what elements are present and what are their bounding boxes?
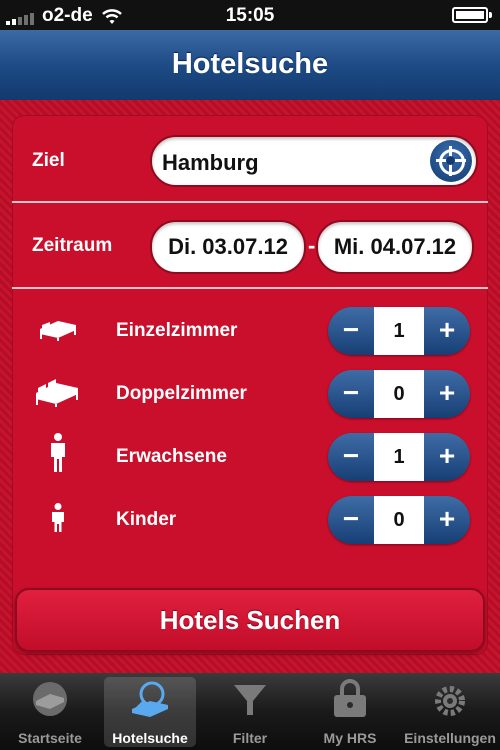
page-title: Hotelsuche <box>171 48 329 80</box>
battery-icon <box>452 7 492 23</box>
increment-button[interactable]: + <box>424 496 470 544</box>
zeitraum-label: Zeitraum <box>32 235 113 256</box>
navigation-bar: Hotelsuche <box>0 30 500 101</box>
date-from-field[interactable]: Di. 03.07.12 <box>150 220 306 274</box>
date-to-field[interactable]: Mi. 04.07.12 <box>316 220 474 274</box>
tab-bar: Startseite Hotelsuche Filter My HRS Eins… <box>0 673 500 750</box>
single-room-stepper: − 1 + <box>328 307 470 355</box>
person-label: Erwachsene <box>116 446 227 467</box>
lock-icon <box>334 679 366 717</box>
double-room-stepper: − 0 + <box>328 370 470 418</box>
increment-button[interactable]: + <box>424 307 470 355</box>
decrement-button[interactable]: − <box>328 433 374 481</box>
single-bed-icon <box>40 321 76 341</box>
tab-label: Hotelsuche <box>112 730 188 746</box>
tab-label: Startseite <box>18 730 82 746</box>
stepper-value: 1 <box>374 433 424 481</box>
adult-icon <box>51 433 65 472</box>
tab-filter[interactable]: Filter <box>200 673 300 750</box>
tab-label: My HRS <box>323 730 377 746</box>
double-bed-icon <box>36 379 78 407</box>
stepper-value: 0 <box>374 496 424 544</box>
search-form-panel: Ziel Hamburg Zeitraum Di. 03.07.12 - Mi.… <box>12 115 488 655</box>
search-hotels-button[interactable]: Hotels Suchen <box>15 588 485 652</box>
divider <box>12 287 488 289</box>
tab-label: Filter <box>232 730 268 746</box>
child-icon <box>52 503 64 532</box>
ziel-label: Ziel <box>32 150 65 171</box>
decrement-button[interactable]: − <box>328 370 374 418</box>
clock: 15:05 <box>225 5 275 26</box>
bed-icon <box>33 682 67 716</box>
tab-my-hrs[interactable]: My HRS <box>300 673 400 750</box>
room-label: Doppelzimmer <box>116 383 247 404</box>
increment-button[interactable]: + <box>424 433 470 481</box>
magnifier-bed-icon <box>132 681 168 717</box>
tab-startseite[interactable]: Startseite <box>0 673 100 750</box>
gear-icon <box>435 686 465 716</box>
tab-hotelsuche[interactable]: Hotelsuche <box>100 673 200 750</box>
locate-me-icon[interactable] <box>430 140 472 182</box>
person-label: Kinder <box>116 509 177 530</box>
room-label: Einzelzimmer <box>116 320 238 341</box>
decrement-button[interactable]: − <box>328 307 374 355</box>
divider <box>12 201 488 203</box>
stepper-value: 0 <box>374 370 424 418</box>
tab-einstellungen[interactable]: Einstellungen <box>400 673 500 750</box>
filter-icon <box>234 685 266 715</box>
children-stepper: − 0 + <box>328 496 470 544</box>
status-bar: o2-de 15:05 <box>0 0 500 30</box>
tab-label: Einstellungen <box>404 730 496 746</box>
destination-field[interactable]: Hamburg <box>150 135 478 187</box>
decrement-button[interactable]: − <box>328 496 374 544</box>
adults-stepper: − 1 + <box>328 433 470 481</box>
increment-button[interactable]: + <box>424 370 470 418</box>
stepper-value: 1 <box>374 307 424 355</box>
destination-value: Hamburg <box>162 150 259 175</box>
date-separator: - <box>308 233 316 258</box>
